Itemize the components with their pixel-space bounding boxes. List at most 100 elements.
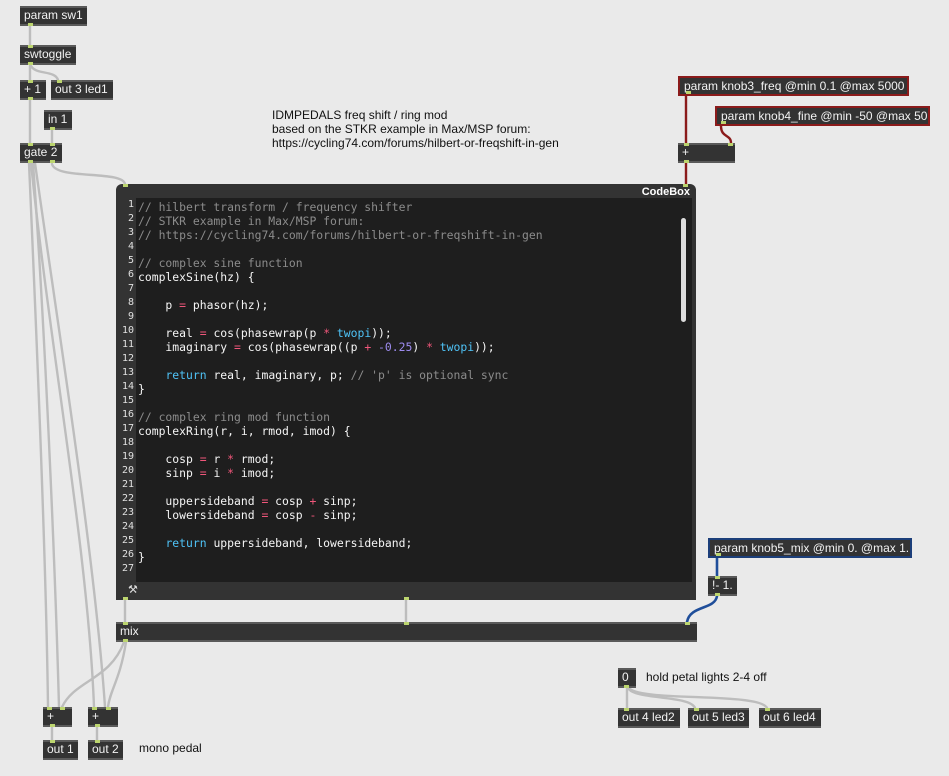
outlet[interactable]: [50, 724, 55, 727]
inlet[interactable]: [60, 707, 65, 710]
inlet[interactable]: [715, 576, 720, 579]
code-line[interactable]: cosp = r * rmod;: [138, 452, 678, 466]
cord-gate2-codebox[interactable]: [50, 162, 127, 186]
plus-a-object[interactable]: +: [43, 707, 72, 727]
inlet[interactable]: [106, 707, 111, 710]
inlet[interactable]: [50, 740, 55, 743]
inlet[interactable]: [683, 184, 688, 187]
plus-b-object[interactable]: +: [88, 707, 118, 727]
code-line[interactable]: [138, 480, 678, 494]
code-line[interactable]: // https://cycling74.com/forums/hilbert-…: [138, 228, 678, 242]
codebox-object[interactable]: CodeBox 1 2 3 4 5 6 7 8 9 10 11 12 13 14 15 16 17 18 19 20 2…: [116, 184, 696, 600]
code-line[interactable]: [138, 396, 678, 410]
wrench-icon[interactable]: ⚒: [128, 583, 138, 596]
inlet[interactable]: [57, 80, 62, 83]
outlet[interactable]: [716, 553, 721, 556]
inlet[interactable]: [28, 45, 33, 48]
outlet[interactable]: [123, 597, 128, 600]
inlet[interactable]: [50, 143, 55, 146]
code-line[interactable]: // STKR example in Max/MSP forum:: [138, 214, 678, 228]
plus-knob-object[interactable]: +: [678, 143, 735, 163]
cord-swtoggle-out3[interactable]: [29, 64, 60, 82]
inlet[interactable]: [694, 708, 699, 711]
outlet[interactable]: [28, 62, 33, 65]
plus1-object[interactable]: + 1: [20, 80, 46, 100]
code-line[interactable]: [138, 242, 678, 256]
inlet[interactable]: [728, 143, 733, 146]
code-line[interactable]: sinp = i * imod;: [138, 466, 678, 480]
code-line[interactable]: uppersideband = cosp + sinp;: [138, 494, 678, 508]
in1-object[interactable]: in 1: [44, 110, 72, 130]
codebox-editor[interactable]: // hilbert transform / frequency shifter…: [136, 198, 692, 582]
code-line[interactable]: [138, 438, 678, 452]
outlet[interactable]: [28, 23, 33, 26]
inlet[interactable]: [28, 143, 33, 146]
inlet[interactable]: [765, 708, 770, 711]
cord-zero-out5[interactable]: [626, 686, 697, 710]
code-line[interactable]: }: [138, 382, 678, 396]
cord-knob4-plus[interactable]: [719, 124, 733, 145]
outlet[interactable]: [95, 724, 100, 727]
out3-object[interactable]: out 3 led1: [51, 80, 113, 100]
outlet[interactable]: [686, 91, 691, 94]
code-line[interactable]: lowersideband = cosp - sinp;: [138, 508, 678, 522]
outlet[interactable]: [715, 593, 720, 596]
inlet[interactable]: [95, 740, 100, 743]
out6-label: out 6 led4: [763, 710, 816, 724]
out6-object[interactable]: out 6 led4: [759, 708, 821, 728]
out1-object[interactable]: out 1: [43, 740, 78, 760]
outlet[interactable]: [404, 597, 409, 600]
outlet[interactable]: [50, 160, 55, 163]
out2-object[interactable]: out 2: [88, 740, 123, 760]
outlet[interactable]: [50, 127, 55, 130]
code-line[interactable]: complexRing(r, i, rmod, imod) {: [138, 424, 678, 438]
inlet[interactable]: [123, 184, 128, 187]
inlet[interactable]: [47, 707, 52, 710]
code-line[interactable]: [138, 522, 678, 536]
inlet[interactable]: [624, 708, 629, 711]
param-sw1-object[interactable]: param sw1: [20, 6, 87, 26]
out4-object[interactable]: out 4 led2: [618, 708, 680, 728]
knob5-param-object[interactable]: param knob5_mix @min 0. @max 1.: [708, 538, 912, 558]
rminus-object[interactable]: !- 1.: [708, 576, 737, 596]
line-number: 24: [121, 521, 134, 532]
code-line[interactable]: return uppersideband, lowersideband;: [138, 536, 678, 550]
knob3-param-object[interactable]: param knob3_freq @min 0.1 @max 5000: [678, 76, 909, 96]
inlet[interactable]: [92, 707, 97, 710]
knob5-label: param knob5_mix @min 0. @max 1.: [714, 541, 910, 555]
inlet[interactable]: [684, 143, 689, 146]
cord-zero-out6[interactable]: [627, 686, 769, 710]
swtoggle-object[interactable]: swtoggle: [20, 45, 76, 65]
outlet[interactable]: [28, 97, 33, 100]
cord-mix-plusB[interactable]: [106, 640, 128, 709]
code-line[interactable]: complexSine(hz) {: [138, 270, 678, 284]
outlet[interactable]: [28, 160, 33, 163]
inlet[interactable]: [685, 622, 690, 625]
outlet[interactable]: [624, 685, 629, 688]
code-line[interactable]: [138, 354, 678, 368]
code-line[interactable]: return real, imaginary, p; // 'p' is opt…: [138, 368, 678, 382]
outlet[interactable]: [721, 121, 726, 124]
code-line[interactable]: real = cos(phasewrap(p * twopi));: [138, 326, 678, 340]
code-line[interactable]: // hilbert transform / frequency shifter: [138, 200, 678, 214]
codebox-scrollbar[interactable]: [681, 218, 686, 322]
code-line[interactable]: [138, 564, 678, 578]
code-line[interactable]: [138, 284, 678, 298]
code-line[interactable]: // complex sine function: [138, 256, 678, 270]
code-line[interactable]: [138, 312, 678, 326]
out5-object[interactable]: out 5 led3: [688, 708, 749, 728]
outlet[interactable]: [684, 160, 689, 163]
code-line[interactable]: imaginary = cos(phasewrap((p + -0.25) * …: [138, 340, 678, 354]
zero-message[interactable]: 0: [618, 668, 636, 688]
inlet[interactable]: [123, 622, 128, 625]
code-line[interactable]: p = phasor(hz);: [138, 298, 678, 312]
knob4-param-object[interactable]: param knob4_fine @min -50 @max 50: [715, 106, 930, 126]
mix-object[interactable]: mix: [116, 622, 697, 642]
codebox-code[interactable]: // hilbert transform / frequency shifter…: [138, 200, 678, 578]
code-line[interactable]: }: [138, 550, 678, 564]
outlet[interactable]: [123, 639, 128, 642]
inlet[interactable]: [404, 622, 409, 625]
gate2-object[interactable]: gate 2: [20, 143, 62, 163]
inlet[interactable]: [28, 80, 33, 83]
code-line[interactable]: // complex ring mod function: [138, 410, 678, 424]
